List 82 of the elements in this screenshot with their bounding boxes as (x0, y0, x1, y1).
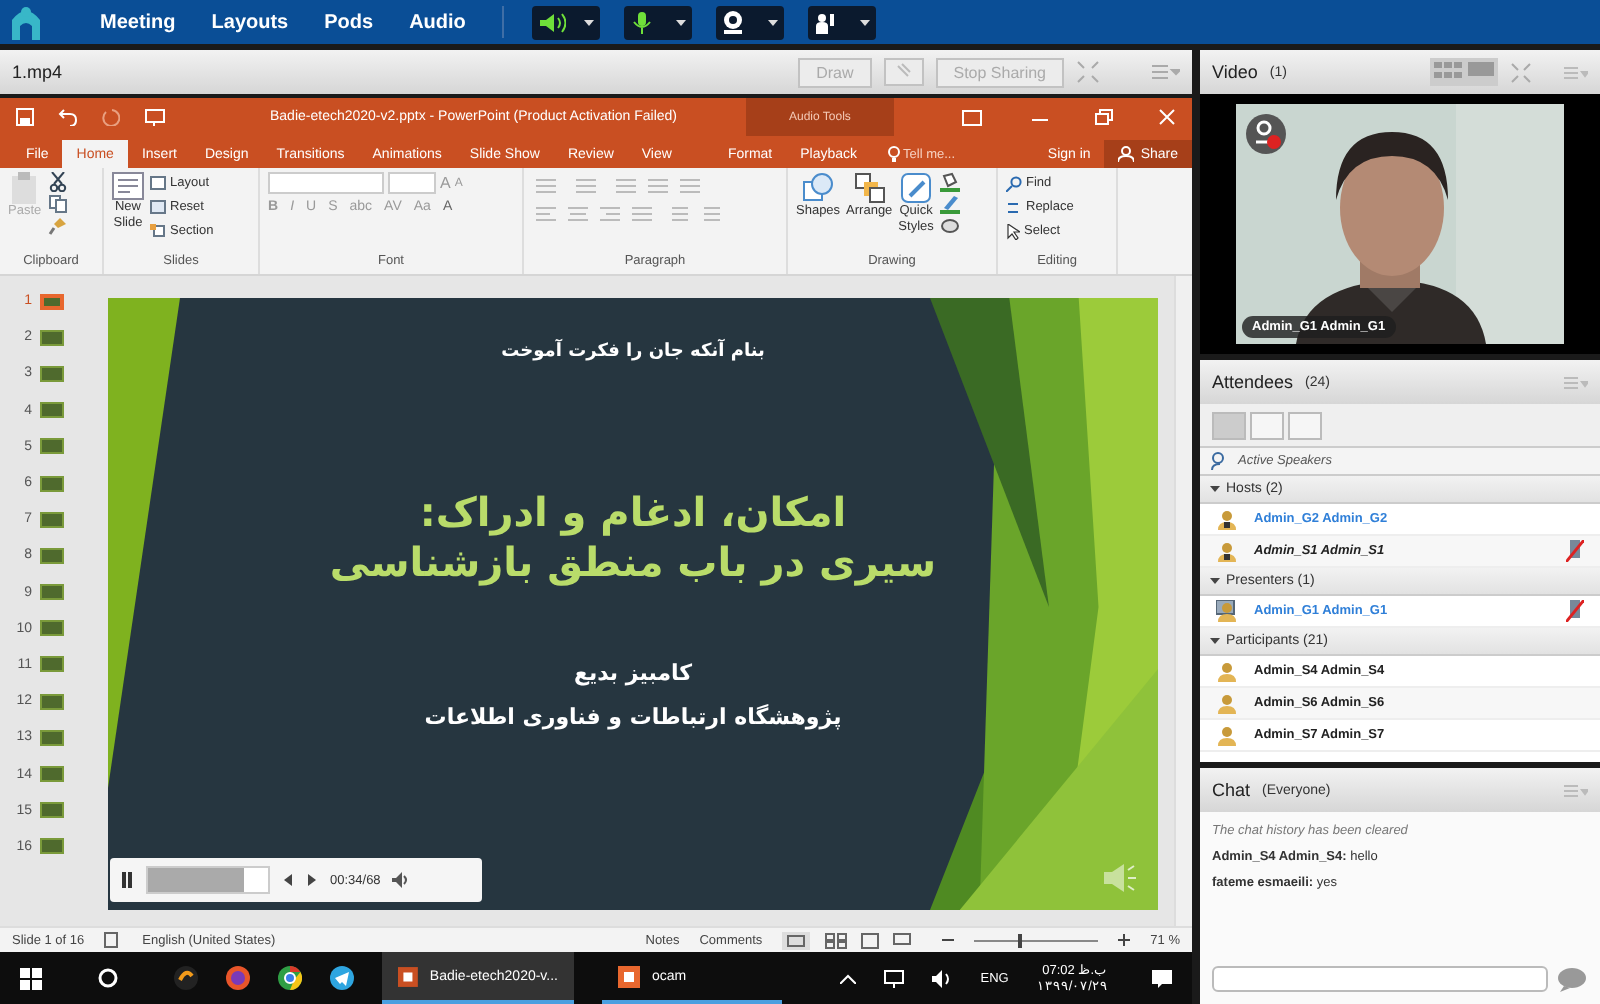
recorder-app-icon (618, 965, 640, 987)
person-icon (1216, 692, 1238, 714)
fill-bucket-icon[interactable] (939, 172, 960, 192)
slideshow-icon[interactable] (144, 108, 166, 126)
pod-title: Video (1212, 62, 1258, 82)
camera-status-icon (1246, 114, 1286, 154)
presenter-screen-icon (1216, 600, 1238, 622)
pause-icon[interactable] (120, 872, 134, 888)
replace-icon (1006, 199, 1022, 215)
pen-icon[interactable] (939, 194, 960, 214)
expanded-arrow-icon[interactable] (1210, 636, 1220, 646)
raised-hand-icon[interactable] (813, 10, 838, 34)
person-icon (1118, 146, 1135, 162)
slide-motto: بنام آنکه جان را فکرت آموخت (501, 342, 765, 365)
person-icon (1216, 660, 1238, 682)
font-name-field[interactable] (268, 172, 384, 194)
volume-icon[interactable] (932, 969, 953, 987)
step-back-icon[interactable] (282, 874, 294, 886)
caret-icon[interactable] (675, 19, 686, 25)
undo-icon[interactable] (58, 108, 78, 126)
firefox-icon[interactable] (226, 966, 250, 990)
spelling-icon[interactable] (104, 932, 123, 948)
telegram-icon[interactable] (330, 966, 354, 990)
caret-icon[interactable] (859, 19, 870, 25)
pod-title: Chat (1212, 780, 1251, 800)
slide-institute: پژوهشگاه ارتباطات و فناوری اطلاعات (424, 704, 842, 732)
speech-bubble-icon[interactable] (1556, 966, 1588, 992)
network-icon[interactable] (884, 969, 905, 987)
menu-item[interactable]: Audio (409, 11, 466, 33)
chat-input[interactable] (1212, 966, 1548, 992)
ribbon-display-icon[interactable] (962, 109, 982, 125)
speaking-person-icon (1210, 452, 1230, 470)
microphone-icon[interactable] (629, 10, 654, 34)
webcam-icon[interactable] (721, 10, 744, 34)
slide-author: کامبیز بدیع (573, 660, 693, 688)
zoom-thumb[interactable] (1018, 933, 1023, 947)
person-icon (1216, 724, 1238, 746)
restore-icon[interactable] (1094, 108, 1114, 126)
save-icon[interactable] (16, 108, 34, 126)
copy-icon[interactable] (47, 194, 68, 214)
expanded-arrow-icon[interactable] (1210, 576, 1220, 586)
host-person-icon (1216, 508, 1238, 530)
close-icon[interactable] (1158, 108, 1176, 126)
app-icon[interactable] (174, 966, 198, 990)
logo-icon (8, 4, 44, 40)
notification-icon[interactable] (1152, 969, 1172, 987)
toolbar-button[interactable] (807, 5, 876, 39)
cursor-icon (1006, 223, 1020, 239)
zoom-in-icon[interactable] (1118, 934, 1131, 946)
chevron-up-icon[interactable] (840, 973, 857, 983)
search-icon (1006, 175, 1022, 191)
scissors-icon[interactable] (47, 172, 68, 192)
menu-item[interactable]: Layouts (211, 11, 289, 33)
toolbar-button[interactable] (715, 5, 784, 39)
menu-item[interactable]: Meeting (100, 11, 176, 33)
caret-icon[interactable] (767, 19, 778, 25)
circle-icon[interactable] (98, 968, 118, 988)
slide-title: امکان، ادغام و ادراک: سیری در باب منطق بازشناسی (329, 488, 937, 589)
pod-title: 1.mp4 (12, 62, 63, 82)
expanded-arrow-icon[interactable] (1210, 484, 1220, 494)
pod-title: Attendees (1212, 372, 1294, 392)
font-size-field[interactable] (388, 172, 436, 194)
presentation-app-icon (398, 965, 418, 987)
caret-icon[interactable] (583, 19, 594, 25)
scrollbar[interactable] (1174, 276, 1192, 926)
menu-item[interactable]: Pods (324, 11, 374, 33)
lightbulb-icon (887, 146, 900, 162)
speaker-icon (1102, 862, 1138, 894)
zoom-out-icon[interactable] (942, 934, 955, 946)
section-icon (150, 224, 166, 238)
reset-icon (150, 200, 166, 214)
chrome-icon[interactable] (278, 966, 302, 990)
step-forward-icon[interactable] (306, 874, 318, 886)
effects-icon[interactable] (939, 216, 960, 236)
windows-start-icon[interactable] (20, 967, 42, 989)
host-person-icon (1216, 540, 1238, 562)
brush-icon[interactable] (47, 216, 68, 236)
speaker-icon[interactable] (537, 11, 566, 33)
toolbar-button[interactable] (623, 5, 692, 39)
toolbar-button[interactable] (531, 5, 600, 39)
layout-icon (150, 176, 166, 190)
volume-icon[interactable] (392, 872, 411, 888)
